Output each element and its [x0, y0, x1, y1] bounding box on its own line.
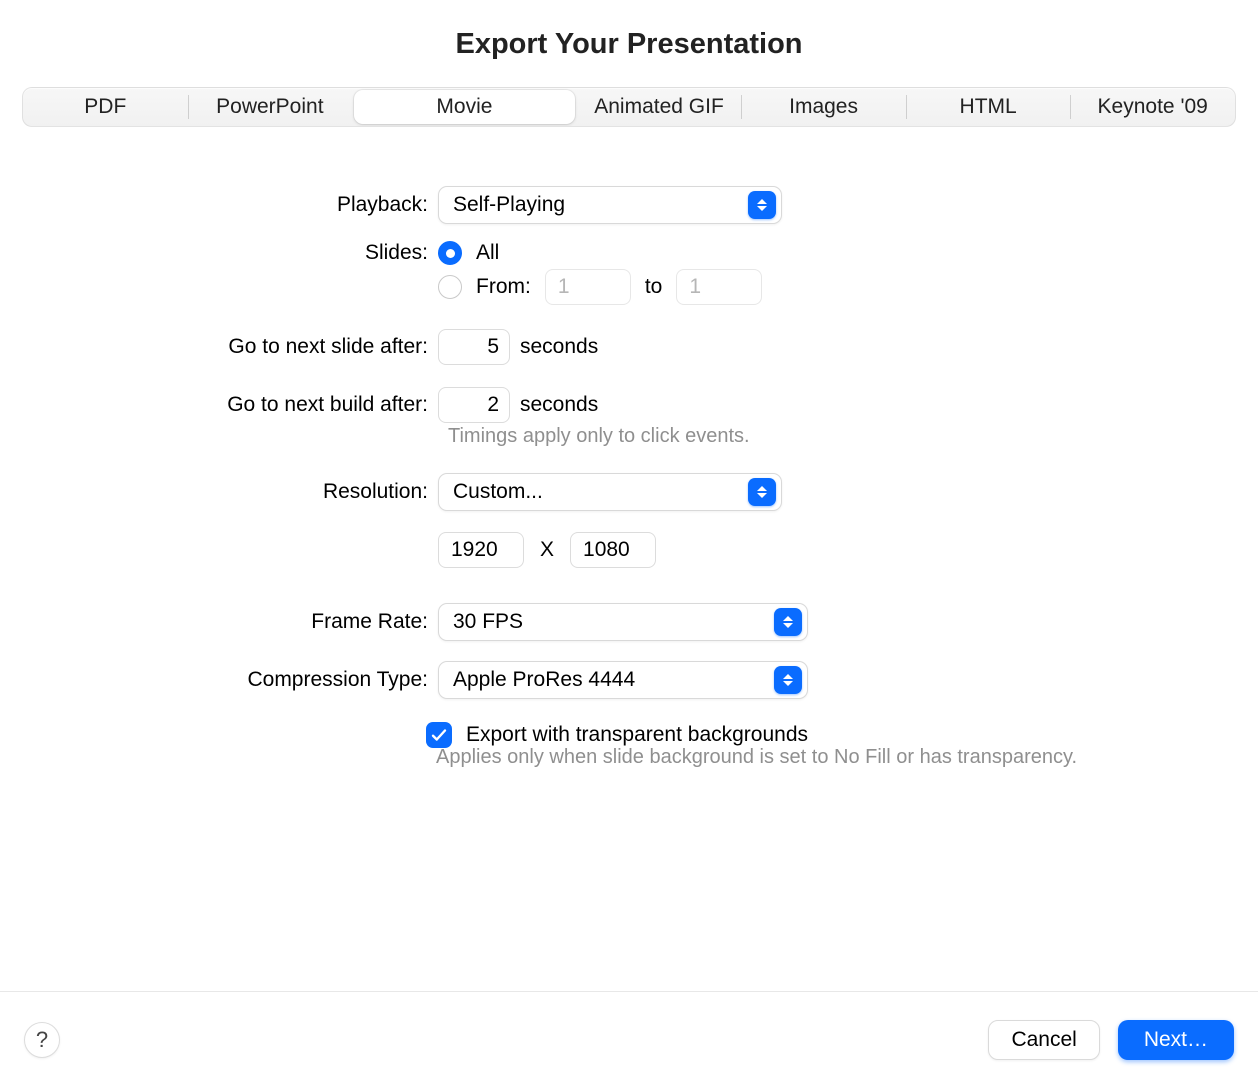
tab-movie[interactable]: Movie: [354, 90, 575, 124]
resolution-popup[interactable]: Custom...: [438, 473, 782, 511]
slides-all-radio[interactable]: [438, 241, 462, 265]
frame-rate-label: Frame Rate:: [0, 610, 438, 634]
next-slide-seconds-field[interactable]: 5: [438, 329, 510, 365]
frame-rate-popup[interactable]: 30 FPS: [438, 603, 808, 641]
resolution-label: Resolution:: [0, 480, 438, 504]
tab-html[interactable]: HTML: [906, 88, 1071, 126]
transparent-label: Export with transparent backgrounds: [466, 723, 808, 747]
slides-from-label: From:: [476, 275, 531, 299]
next-slide-label: Go to next slide after:: [0, 335, 438, 359]
frame-rate-value: 30 FPS: [453, 610, 523, 634]
timings-hint: Timings apply only to click events.: [448, 425, 1258, 448]
slides-from-radio[interactable]: [438, 275, 462, 299]
slides-label: Slides:: [0, 241, 438, 265]
resolution-height-field[interactable]: 1080: [570, 532, 656, 568]
check-icon: [430, 726, 448, 744]
transparent-hint: Applies only when slide background is se…: [436, 746, 1258, 769]
dialog-title: Export Your Presentation: [0, 28, 1258, 61]
resolution-value: Custom...: [453, 480, 543, 504]
updown-icon: [774, 608, 802, 636]
export-dialog: Export Your Presentation PDF PowerPoint …: [0, 0, 1258, 1088]
help-icon: ?: [36, 1027, 48, 1053]
playback-value: Self-Playing: [453, 193, 565, 217]
slides-to-field[interactable]: 1: [676, 269, 762, 305]
tab-pdf[interactable]: PDF: [23, 88, 188, 126]
updown-icon: [748, 478, 776, 506]
dialog-body: Playback: Self-Playing Slides: All: [0, 127, 1258, 991]
dialog-footer: ? Cancel Next…: [0, 992, 1258, 1088]
playback-popup[interactable]: Self-Playing: [438, 186, 782, 224]
format-tabs: PDF PowerPoint Movie Animated GIF Images…: [22, 87, 1236, 127]
tab-animated-gif[interactable]: Animated GIF: [577, 88, 742, 126]
seconds-unit-1: seconds: [520, 335, 598, 359]
slides-all-label: All: [476, 241, 499, 265]
tab-keynote09[interactable]: Keynote '09: [1070, 88, 1235, 126]
compression-popup[interactable]: Apple ProRes 4444: [438, 661, 808, 699]
slides-from-field[interactable]: 1: [545, 269, 631, 305]
playback-label: Playback:: [0, 193, 438, 217]
resolution-x-separator: X: [540, 538, 554, 562]
slides-to-label: to: [645, 275, 663, 299]
updown-icon: [774, 666, 802, 694]
tab-powerpoint[interactable]: PowerPoint: [188, 88, 353, 126]
next-build-seconds-field[interactable]: 2: [438, 387, 510, 423]
compression-label: Compression Type:: [0, 668, 438, 692]
cancel-button[interactable]: Cancel: [988, 1020, 1099, 1060]
compression-value: Apple ProRes 4444: [453, 668, 635, 692]
help-button[interactable]: ?: [24, 1022, 60, 1058]
next-build-label: Go to next build after:: [0, 393, 438, 417]
next-button[interactable]: Next…: [1118, 1020, 1234, 1060]
seconds-unit-2: seconds: [520, 393, 598, 417]
transparent-checkbox[interactable]: [426, 722, 452, 748]
tab-images[interactable]: Images: [741, 88, 906, 126]
updown-icon: [748, 191, 776, 219]
resolution-width-field[interactable]: 1920: [438, 532, 524, 568]
